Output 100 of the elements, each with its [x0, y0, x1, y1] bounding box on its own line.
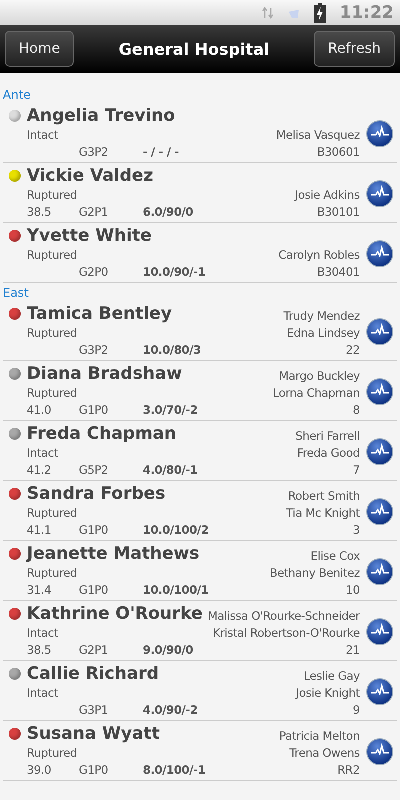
patient-row[interactable]: Vickie Valdez Ruptured 38.5 G2P1 6.0/90/0 Josie Adkins B30101: [3, 163, 397, 223]
patient-row[interactable]: Sandra Forbes Ruptured 41.1 G1P0 10.0/100/2 Robert Smith Tia Mc Knight 3: [3, 481, 397, 541]
patient-name: Yvette White: [27, 225, 153, 247]
cervical-exam: - / - / -: [143, 145, 180, 159]
bed-number: B30401: [317, 264, 360, 281]
nurse-name: Robert Smith: [288, 488, 360, 505]
nurse-name: Sheri Farrell: [296, 428, 360, 445]
gravida-para: G1P0: [79, 763, 108, 777]
gestational-age: 39.0: [27, 763, 52, 777]
cervical-exam: 10.0/100/1: [143, 583, 209, 597]
gravida-para: G5P2: [79, 463, 108, 477]
membrane-status: Ruptured: [27, 385, 78, 402]
patient-name: Susana Wyatt: [27, 723, 161, 745]
patient-row[interactable]: Callie Richard Intact G3P1 4.0/90/-2 Leslie Gay Josie Knight 9: [3, 661, 397, 721]
patient-name: Tamica Bentley: [27, 303, 174, 325]
bed-number: 21: [346, 642, 360, 659]
nurse-name: Freda Good: [297, 445, 360, 462]
monitor-icon[interactable]: [366, 738, 394, 766]
bed-number: 22: [346, 342, 360, 359]
patient-name: Sandra Forbes: [27, 483, 167, 505]
membrane-status: Intact: [27, 445, 60, 462]
cervical-exam: 4.0/90/-2: [143, 703, 198, 717]
monitor-icon[interactable]: [366, 240, 394, 268]
membrane-status: Ruptured: [27, 745, 78, 762]
battery-icon: [314, 2, 326, 22]
cervical-exam: 9.0/90/0: [143, 643, 194, 657]
screen-title: General Hospital: [118, 40, 270, 58]
patient-row[interactable]: Jeanette Mathews Ruptured 31.4 G1P0 10.0/100/1 Elise Cox Bethany Benitez 10: [3, 541, 397, 601]
nurse-name: Leslie Gay: [304, 668, 360, 685]
patient-name: Kathrine O'Rourke: [27, 603, 204, 625]
bed-number: 7: [352, 462, 360, 479]
patient-name: Angelia Trevino: [27, 105, 176, 127]
monitor-icon[interactable]: [366, 678, 394, 706]
bed-number: 10: [346, 582, 360, 599]
nurse-name: Melisa Vasquez: [276, 127, 360, 144]
monitor-icon[interactable]: [366, 318, 394, 346]
patient-name: Diana Bradshaw: [27, 363, 184, 385]
bed-number: B30601: [317, 144, 360, 161]
patient-row[interactable]: Angelia Trevino Intact G3P2 - / - / - Melisa Vasquez B30601: [3, 103, 397, 163]
nurse-name: Carolyn Robles: [278, 247, 360, 264]
patient-row[interactable]: Diana Bradshaw Ruptured 41.0 G1P0 3.0/70/-2 Margo Buckley Lorna Chapman 8: [3, 361, 397, 421]
patient-row[interactable]: Kathrine O'Rourke Intact 38.5 G2P1 9.0/90/0 Malissa O'Rourke-Schneider Kristal Robertson-O'Rourke 21: [3, 601, 397, 661]
nurse-name: Margo Buckley: [279, 368, 360, 385]
membrane-status: Ruptured: [27, 565, 78, 582]
gestational-age: 38.5: [27, 643, 52, 657]
membrane-status: Intact: [27, 625, 60, 642]
gestational-age: 31.4: [27, 583, 52, 597]
nurse-name: Josie Knight: [296, 685, 360, 702]
patient-row[interactable]: Yvette White Ruptured G2P0 10.0/90/-1 Carolyn Robles B30401: [3, 223, 397, 283]
membrane-status: Intact: [27, 127, 60, 144]
monitor-icon[interactable]: [366, 438, 394, 466]
nurse-name: Trena Owens: [290, 745, 360, 762]
gravida-para: G3P2: [79, 343, 108, 357]
data-arrows-icon: [262, 6, 274, 20]
nurse-name: Josie Adkins: [295, 187, 360, 204]
gravida-para: G3P2: [79, 145, 108, 159]
patient-name: Vickie Valdez: [27, 165, 154, 187]
refresh-button[interactable]: Refresh: [314, 31, 395, 67]
nurse-name: Lorna Chapman: [272, 385, 360, 402]
home-button[interactable]: Home: [5, 31, 74, 67]
monitor-icon[interactable]: [366, 120, 394, 148]
gestational-age: 41.1: [27, 523, 52, 537]
gravida-para: G1P0: [79, 523, 108, 537]
patient-name: Jeanette Mathews: [27, 543, 201, 565]
monitor-icon[interactable]: [366, 618, 394, 646]
gravida-para: G2P1: [79, 643, 108, 657]
patient-name: Freda Chapman: [27, 423, 178, 445]
monitor-icon[interactable]: [366, 378, 394, 406]
nurse-name: Trudy Mendez: [284, 308, 360, 325]
nurse-name: Edna Lindsey: [286, 325, 360, 342]
gravida-para: G1P0: [79, 403, 108, 417]
bed-number: 3: [352, 522, 360, 539]
membrane-status: Ruptured: [27, 187, 78, 204]
gestational-age: 38.5: [27, 205, 52, 219]
gestational-age: 41.0: [27, 403, 52, 417]
section-label: East: [2, 285, 30, 301]
patient-row[interactable]: Freda Chapman Intact 41.2 G5P2 4.0/80/-1 Sheri Farrell Freda Good 7: [3, 421, 397, 481]
gravida-para: G2P0: [79, 265, 108, 279]
nurse-name: Elise Cox: [310, 548, 360, 565]
bed-number: RR2: [338, 762, 360, 779]
monitor-icon[interactable]: [366, 498, 394, 526]
nurse-name: Bethany Benitez: [270, 565, 360, 582]
cervical-exam: 10.0/90/-1: [143, 265, 206, 279]
cervical-exam: 10.0/80/3: [143, 343, 202, 357]
membrane-status: Ruptured: [27, 247, 78, 264]
cervical-exam: 10.0/100/2: [143, 523, 209, 537]
gravida-para: G1P0: [79, 583, 108, 597]
patient-row[interactable]: Susana Wyatt Ruptured 39.0 G1P0 8.0/100/-1 Patricia Melton Trena Owens RR2: [3, 721, 397, 781]
membrane-status: Ruptured: [27, 505, 78, 522]
cervical-exam: 6.0/90/0: [143, 205, 194, 219]
cervical-exam: 4.0/80/-1: [143, 463, 198, 477]
monitor-icon[interactable]: [366, 558, 394, 586]
monitor-icon[interactable]: [366, 180, 394, 208]
bed-number: 9: [352, 702, 360, 719]
patient-row[interactable]: Tamica Bentley Ruptured G3P2 10.0/80/3 Trudy Mendez Edna Lindsey 22: [3, 301, 397, 361]
nurse-name: Malissa O'Rourke-Schneider: [208, 608, 360, 625]
nurse-name: Kristal Robertson-O'Rourke: [212, 625, 360, 642]
cervical-exam: 8.0/100/-1: [143, 763, 206, 777]
section-label: Ante: [2, 87, 32, 103]
membrane-status: Ruptured: [27, 325, 78, 342]
